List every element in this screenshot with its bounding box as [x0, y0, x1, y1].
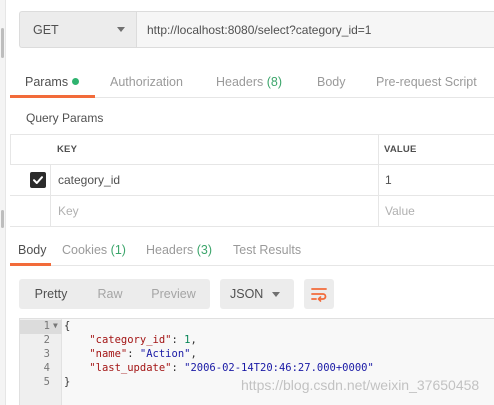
code-line: } [64, 376, 70, 388]
param-value: 1 [385, 173, 392, 187]
tab-body[interactable]: Body [317, 75, 346, 89]
open-brace: { [64, 320, 71, 332]
format-select[interactable]: JSON [220, 279, 294, 309]
params-active-dot-icon [72, 78, 80, 85]
line-number: 3 [43, 348, 50, 360]
json-value: "2006-02-14T20:46:27.000+0000" [184, 362, 374, 374]
request-tabs: Params Authorization Headers (8) Body Pr… [10, 70, 494, 98]
tab-body-label: Body [317, 75, 346, 89]
tab-params-label: Params [25, 75, 69, 89]
tab-headers-label: Headers [216, 75, 264, 89]
json-key: "category_id" [89, 334, 172, 346]
json-value: "Action" [139, 348, 191, 360]
view-mode-group: Pretty Raw Preview [19, 279, 210, 309]
view-preview-button[interactable]: Preview [137, 279, 210, 309]
tab-test-results[interactable]: Test Results [233, 243, 301, 257]
code-line: { [64, 320, 70, 332]
table-header-row: KEY VALUE [10, 135, 494, 165]
active-tab-underline [10, 95, 95, 98]
fold-caret-icon[interactable]: ▼ [53, 321, 58, 330]
param-value-cell[interactable]: 1 [385, 165, 392, 195]
line-number: 4 [43, 362, 50, 374]
checkbox-checked-icon [30, 172, 46, 188]
tab-response-headers[interactable]: Headers (3) [146, 243, 212, 257]
tab-response-headers-count: (3) [196, 243, 213, 257]
request-url-bar: GET http://localhost:8080/select?categor… [19, 11, 494, 48]
tab-headers[interactable]: Headers (8) [216, 75, 282, 89]
param-key-cell[interactable]: category_id [58, 165, 120, 195]
line-number: 2 [43, 334, 50, 346]
new-key-input[interactable]: Key [58, 196, 79, 226]
code-line: "name": "Action", [89, 348, 197, 360]
code-line: "category_id": 1, [89, 334, 197, 346]
wrap-lines-button[interactable] [304, 279, 334, 309]
tab-response-body-label: Body [18, 243, 47, 257]
code-line: "last_update": "2006-02-14T20:46:27.000+… [89, 362, 374, 374]
tab-prerequest-script[interactable]: Pre-request Script [376, 75, 477, 89]
json-key: "last_update" [89, 362, 172, 374]
url-text: http://localhost:8080/select?category_id… [147, 22, 372, 37]
chevron-down-icon [117, 27, 125, 32]
table-row: category_id 1 [10, 165, 494, 196]
tab-authorization-label: Authorization [110, 75, 183, 89]
scrollbar-thumb-lower[interactable] [1, 210, 4, 228]
view-raw-button[interactable]: Raw [83, 279, 137, 309]
view-pretty-button[interactable]: Pretty [19, 279, 83, 309]
response-tabs: Body Cookies (1) Headers (3) Test Result… [10, 238, 494, 266]
watermark-text: https://blog.csdn.net/weixin_37650458 [241, 377, 480, 393]
table-row-empty: Key Value [10, 196, 494, 227]
format-label: JSON [230, 287, 264, 301]
tab-response-headers-label: Headers [146, 243, 194, 257]
query-params-title: Query Params [26, 111, 104, 125]
tab-response-body[interactable]: Body [18, 243, 47, 257]
wrap-lines-icon [311, 288, 327, 302]
active-response-tab-underline [10, 263, 51, 266]
tab-headers-count: (8) [266, 75, 283, 89]
url-input[interactable]: http://localhost:8080/select?category_id… [136, 11, 494, 48]
json-key: "name" [89, 348, 128, 360]
new-value-input[interactable]: Value [385, 196, 415, 226]
tab-params[interactable]: Params [25, 75, 80, 89]
tab-test-results-label: Test Results [233, 243, 302, 257]
left-scrollbar[interactable] [0, 0, 6, 405]
line-number: 1 [43, 320, 50, 332]
chevron-down-icon [272, 291, 280, 297]
json-value: 1 [184, 334, 191, 346]
tab-cookies-count: (1) [110, 243, 126, 257]
method-label: GET [33, 22, 59, 37]
close-brace: } [64, 376, 71, 388]
line-number: 5 [43, 376, 50, 388]
method-select[interactable]: GET [19, 11, 136, 48]
tab-prerequest-label: Pre-request Script [376, 75, 477, 89]
query-params-table: KEY VALUE category_id 1 Key Value [10, 134, 494, 227]
param-key: category_id [58, 173, 121, 187]
column-header-value: VALUE [384, 144, 417, 155]
column-header-key: KEY [57, 144, 78, 155]
tab-cookies-label: Cookies [62, 243, 108, 257]
scrollbar-thumb[interactable] [1, 28, 4, 58]
response-toolbar: Pretty Raw Preview JSON [19, 279, 334, 309]
tab-authorization[interactable]: Authorization [110, 75, 183, 89]
line-number-gutter: 1 ▼ 2 3 4 5 [20, 319, 62, 405]
tab-cookies[interactable]: Cookies (1) [62, 243, 126, 257]
param-checkbox[interactable] [30, 165, 46, 195]
